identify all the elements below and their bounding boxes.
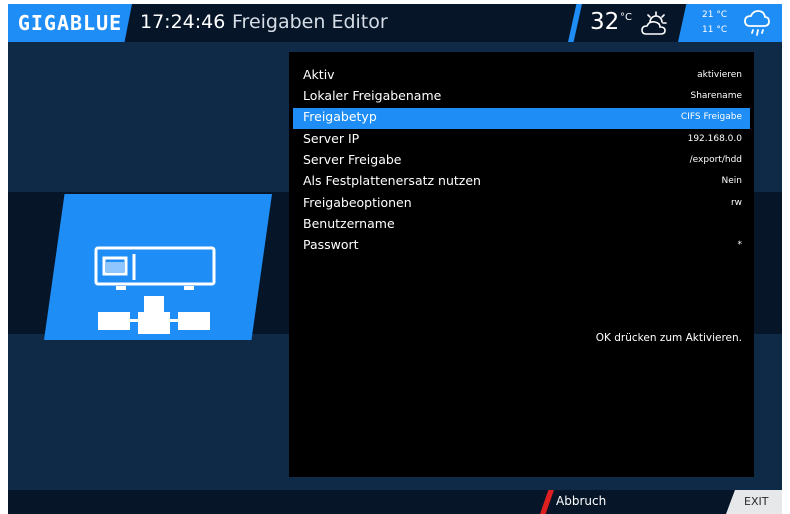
setting-label: Aktiv [303, 67, 335, 82]
setting-label: Server Freigabe [303, 152, 402, 167]
rain-cloud-icon [744, 10, 770, 36]
setting-row-hdd-replacement[interactable]: Als Festplattenersatz nutzen Nein [293, 172, 750, 193]
setting-value: /export/hdd [689, 155, 742, 165]
setting-row-server-ip[interactable]: Server IP 192.168.0.0 [293, 130, 750, 151]
setting-row-server-share[interactable]: Server Freigabe /export/hdd [293, 151, 750, 172]
clock: 17:24:46 [140, 11, 226, 33]
forecast-low: 11 °C [702, 25, 728, 35]
screen: GIGABLUE 17:24:46 Freigaben Editor 32 °C… [8, 4, 782, 514]
setting-value: * [737, 240, 743, 250]
exit-button[interactable]: EXIT [726, 490, 782, 514]
cancel-button[interactable]: Abbruch [556, 494, 606, 508]
red-key-indicator [540, 490, 554, 514]
forecast-high: 21 °C [702, 10, 728, 20]
setting-label: Benutzername [303, 216, 395, 231]
sun-cloud-icon [641, 11, 667, 35]
accent-slash [568, 4, 582, 42]
share-settings-panel: Aktiv aktivieren Lokaler Freigabename Sh… [289, 52, 754, 477]
setting-value: aktivieren [697, 70, 742, 80]
current-temperature: 32 [590, 9, 620, 35]
network-share-icon [94, 246, 216, 334]
setting-value: Sharename [690, 91, 743, 101]
setting-row-username[interactable]: Benutzername [293, 215, 750, 236]
setting-label: Lokaler Freigabename [303, 88, 442, 103]
setting-label: Server IP [303, 131, 360, 146]
setting-value: CIFS Freigabe [680, 112, 742, 122]
setting-label: Freigabeoptionen [303, 195, 412, 210]
setting-row-share-options[interactable]: Freigabeoptionen rw [293, 194, 750, 215]
brand-logo: GIGABLUE [8, 4, 132, 42]
setting-row-aktiv[interactable]: Aktiv aktivieren [293, 66, 750, 87]
brand-logo-text: GIGABLUE [17, 11, 123, 35]
setting-value: Nein [721, 176, 742, 186]
setting-value: 192.168.0.0 [687, 134, 742, 144]
page-title: Freigaben Editor [232, 11, 388, 33]
help-text: OK drücken zum Aktivieren. [595, 332, 742, 344]
setting-label: Als Festplattenersatz nutzen [303, 173, 481, 188]
temperature-unit: °C [620, 12, 632, 23]
setting-label: Freigabetyp [303, 109, 377, 124]
setting-row-local-share-name[interactable]: Lokaler Freigabename Sharename [293, 87, 750, 108]
setting-label: Passwort [303, 237, 359, 252]
header-bar: GIGABLUE 17:24:46 Freigaben Editor 32 °C… [8, 4, 782, 42]
setting-value: rw [730, 198, 742, 208]
exit-label: EXIT [744, 495, 769, 508]
footer-bar: Abbruch EXIT [8, 490, 782, 514]
forecast-box: 21 °C 11 °C [678, 4, 782, 42]
setting-row-share-type[interactable]: Freigabetyp CIFS Freigabe [293, 108, 750, 129]
setting-row-password[interactable]: Passwort * [293, 236, 750, 257]
